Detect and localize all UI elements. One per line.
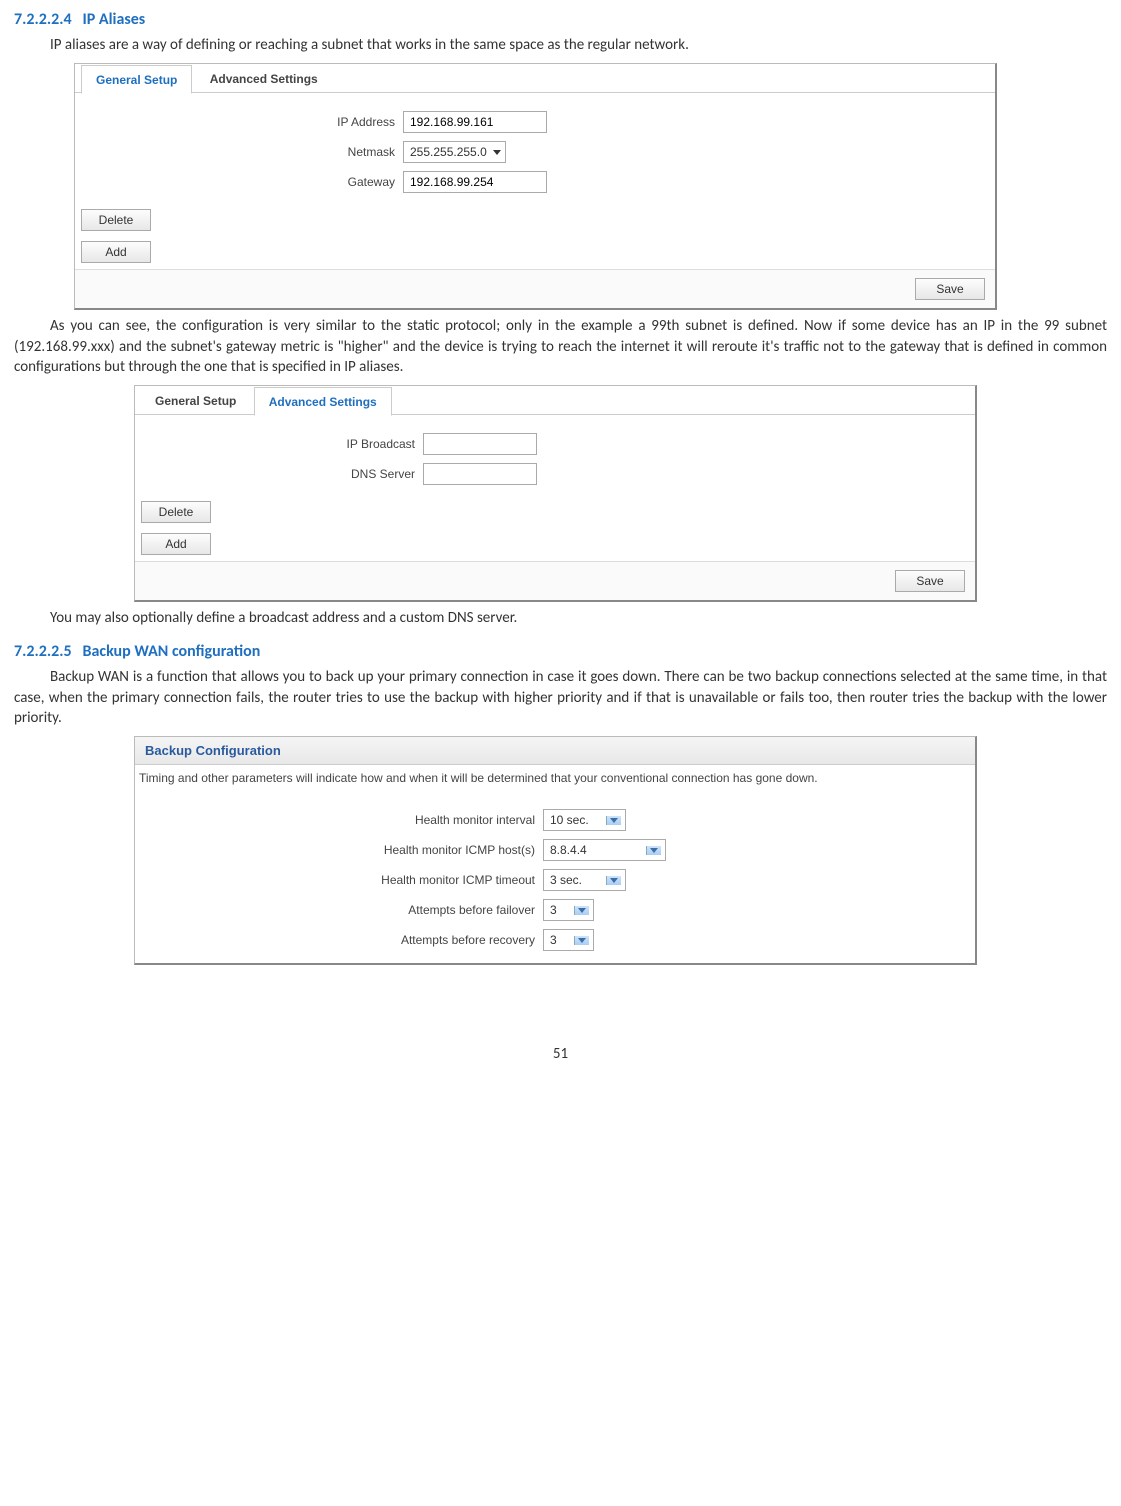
heading-text: Backup WAN configuration [83, 642, 261, 661]
paragraph: IP aliases are a way of defining or reac… [14, 35, 1107, 55]
select-health-timeout[interactable]: 3 sec. [543, 869, 626, 891]
chevron-down-icon [578, 938, 586, 943]
input-gateway[interactable] [403, 171, 547, 193]
label-health-interval: Health monitor interval [135, 813, 543, 827]
delete-button[interactable]: Delete [141, 501, 211, 523]
ip-alias-general-panel: General Setup Advanced Settings IP Addre… [74, 63, 997, 310]
select-health-interval[interactable]: 10 sec. [543, 809, 626, 831]
label-gateway: Gateway [75, 175, 403, 189]
paragraph: Backup WAN is a function that allows you… [14, 667, 1107, 728]
input-dns-server[interactable] [423, 463, 537, 485]
row-netmask: Netmask 255.255.255.0 [75, 141, 995, 163]
backup-configuration-panel: Backup Configuration Timing and other pa… [134, 736, 977, 965]
heading-text: IP Aliases [83, 10, 146, 29]
select-failover[interactable]: 3 [543, 899, 594, 921]
select-health-host[interactable]: 8.8.4.4 [543, 839, 666, 861]
row-failover: Attempts before failover 3 [135, 899, 975, 921]
select-netmask[interactable]: 255.255.255.0 [403, 141, 506, 163]
label-failover: Attempts before failover [135, 903, 543, 917]
section-heading-backup-wan: 7.2.2.2.5 Backup WAN configuration [14, 642, 1107, 661]
chevron-down-icon [610, 818, 618, 823]
save-button[interactable]: Save [915, 278, 985, 300]
label-health-timeout: Health monitor ICMP timeout [135, 873, 543, 887]
heading-number: 7.2.2.2.4 [14, 10, 72, 29]
tab-advanced-settings[interactable]: Advanced Settings [254, 387, 392, 416]
select-value: 8.8.4.4 [550, 843, 640, 857]
chevron-down-icon [578, 908, 586, 913]
row-ip-broadcast: IP Broadcast [135, 433, 975, 455]
select-value: 3 sec. [550, 873, 600, 887]
add-button[interactable]: Add [141, 533, 211, 555]
heading-number: 7.2.2.2.5 [14, 642, 72, 661]
label-health-host: Health monitor ICMP host(s) [135, 843, 543, 857]
tab-bar: General Setup Advanced Settings [135, 386, 975, 415]
row-health-interval: Health monitor interval 10 sec. [135, 809, 975, 831]
row-gateway: Gateway [75, 171, 995, 193]
save-bar: Save [75, 269, 995, 308]
select-value: 3 [550, 933, 568, 947]
label-dns-server: DNS Server [135, 467, 423, 481]
add-button[interactable]: Add [81, 241, 151, 263]
select-recovery[interactable]: 3 [543, 929, 594, 951]
save-bar: Save [135, 561, 975, 600]
page-number: 51 [14, 1045, 1107, 1063]
select-netmask-value: 255.255.255.0 [410, 145, 487, 159]
select-value: 10 sec. [550, 813, 600, 827]
panel-title: Backup Configuration [135, 737, 975, 765]
label-ip-address: IP Address [75, 115, 403, 129]
save-button[interactable]: Save [895, 570, 965, 592]
tab-general-setup[interactable]: General Setup [141, 387, 250, 414]
paragraph: As you can see, the configuration is ver… [14, 316, 1107, 377]
paragraph: You may also optionally define a broadca… [14, 608, 1107, 628]
label-recovery: Attempts before recovery [135, 933, 543, 947]
row-ip-address: IP Address [75, 111, 995, 133]
panel-note: Timing and other parameters will indicat… [135, 765, 975, 791]
tab-general-setup[interactable]: General Setup [81, 65, 192, 94]
delete-button[interactable]: Delete [81, 209, 151, 231]
tab-advanced-settings[interactable]: Advanced Settings [196, 65, 332, 92]
label-netmask: Netmask [75, 145, 403, 159]
label-ip-broadcast: IP Broadcast [135, 437, 423, 451]
row-recovery: Attempts before recovery 3 [135, 929, 975, 951]
select-value: 3 [550, 903, 568, 917]
section-heading-ip-aliases: 7.2.2.2.4 IP Aliases [14, 10, 1107, 29]
input-ip-address[interactable] [403, 111, 547, 133]
row-dns-server: DNS Server [135, 463, 975, 485]
ip-alias-advanced-panel: General Setup Advanced Settings IP Broad… [134, 385, 977, 602]
row-health-host: Health monitor ICMP host(s) 8.8.4.4 [135, 839, 975, 861]
tab-bar: General Setup Advanced Settings [75, 64, 995, 93]
input-ip-broadcast[interactable] [423, 433, 537, 455]
chevron-down-icon [493, 150, 501, 155]
chevron-down-icon [650, 848, 658, 853]
chevron-down-icon [610, 878, 618, 883]
row-health-timeout: Health monitor ICMP timeout 3 sec. [135, 869, 975, 891]
